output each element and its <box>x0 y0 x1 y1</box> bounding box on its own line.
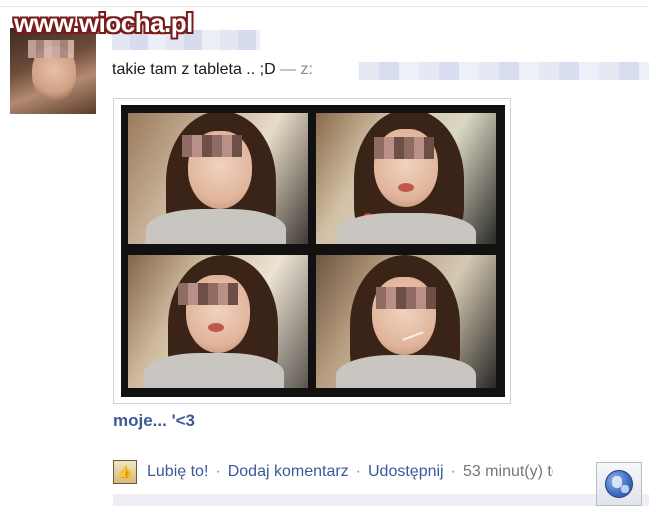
tagged-friends-redacted[interactable] <box>359 62 649 80</box>
watermark: www.wiocha.pl <box>14 8 193 38</box>
separator: · <box>215 463 221 480</box>
face-censor <box>376 287 436 309</box>
privacy-button[interactable] <box>596 462 642 506</box>
sweater <box>144 353 284 388</box>
photo-caption-link[interactable]: moje... '<3 <box>113 411 195 431</box>
photo-collage <box>121 105 505 397</box>
separator: · <box>355 463 361 480</box>
avatar-censor <box>28 40 74 58</box>
sweater <box>146 209 286 244</box>
timestamp[interactable]: 53 minut(y) temu <box>463 463 553 481</box>
face-censor <box>182 135 242 157</box>
like-link[interactable]: Lubię to! <box>147 463 208 481</box>
sweater <box>336 213 476 244</box>
comments-area-bar <box>113 494 649 506</box>
like-thumb-icon[interactable]: 👍 <box>113 460 137 484</box>
face-censor <box>374 137 434 159</box>
photo-panel <box>128 255 308 388</box>
dash: — <box>280 61 297 78</box>
separator: · <box>450 463 456 480</box>
globe-icon <box>605 470 633 498</box>
share-link[interactable]: Udostępnij <box>368 463 444 481</box>
comment-link[interactable]: Dodaj komentarz <box>228 463 349 481</box>
lips <box>398 183 414 192</box>
with-prefix: z: <box>300 61 313 78</box>
photo-panel <box>316 255 496 388</box>
photo-attachment[interactable] <box>113 98 511 404</box>
avatar[interactable] <box>10 28 96 114</box>
top-divider <box>0 6 649 7</box>
lips <box>208 323 224 332</box>
status-line: takie tam z tableta .. ;D — z: <box>112 61 313 79</box>
face-censor <box>178 283 238 305</box>
photo-panel <box>316 113 496 244</box>
photo-panel <box>128 113 308 244</box>
status-text: takie tam z tableta .. ;D <box>112 61 276 78</box>
sweater <box>336 355 476 388</box>
post-actions: 👍 Lubię to! · Dodaj komentarz · Udostępn… <box>113 460 553 484</box>
